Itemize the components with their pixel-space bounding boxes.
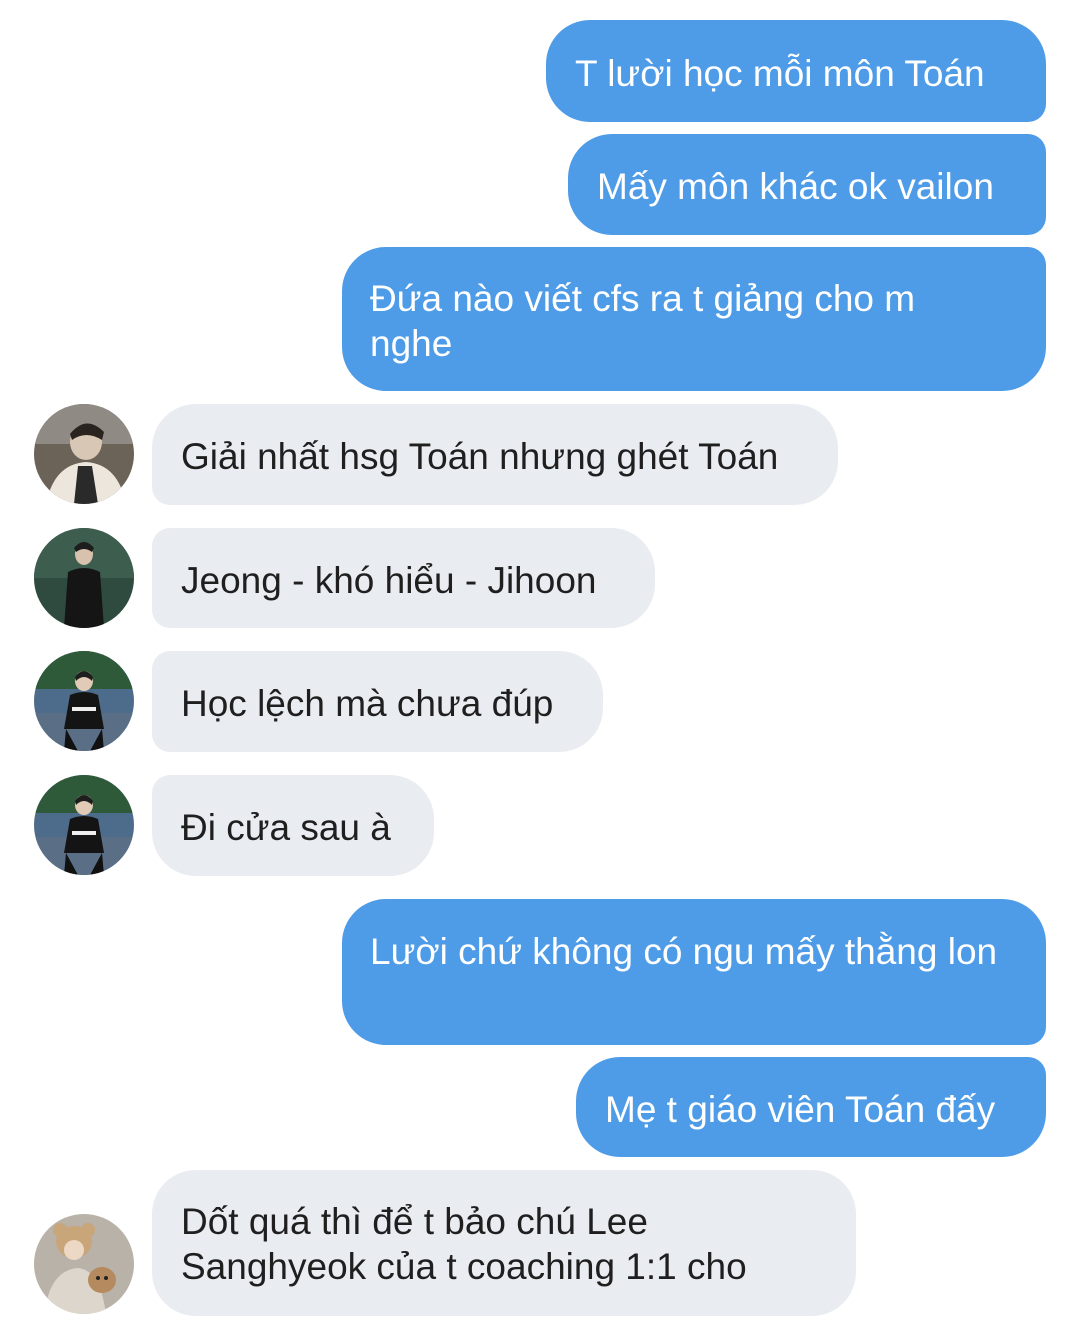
avatar[interactable]: [34, 404, 134, 504]
message-bubble-received[interactable]: Jeong - khó hiểu - Jihoon: [152, 528, 655, 628]
message-bubble-sent[interactable]: Đứa nào viết cfs ra t giảng cho m nghe: [342, 247, 1046, 391]
avatar-photo: [34, 404, 134, 504]
message-bubble-received[interactable]: Đi cửa sau à: [152, 775, 434, 876]
avatar[interactable]: [34, 775, 134, 875]
avatar[interactable]: [34, 528, 134, 628]
avatar[interactable]: [34, 1214, 134, 1314]
avatar-photo: [34, 651, 134, 751]
avatar-photo: [34, 528, 134, 628]
avatar-photo: [34, 1214, 134, 1314]
message-bubble-sent[interactable]: Lười chứ không có ngu mấy thằng lon: [342, 899, 1046, 1045]
avatar-photo: [34, 775, 134, 875]
message-bubble-received[interactable]: Dốt quá thì để t bảo chú Lee Sanghyeok c…: [152, 1170, 856, 1316]
message-bubble-sent[interactable]: Mẹ t giáo viên Toán đấy: [576, 1057, 1046, 1157]
message-bubble-sent[interactable]: Mấy môn khác ok vailon: [568, 134, 1046, 235]
message-bubble-sent[interactable]: T lười học mỗi môn Toán: [546, 20, 1046, 122]
message-bubble-received[interactable]: Học lệch mà chưa đúp: [152, 651, 603, 752]
message-bubble-received[interactable]: Giải nhất hsg Toán nhưng ghét Toán: [152, 404, 838, 505]
avatar[interactable]: [34, 651, 134, 751]
